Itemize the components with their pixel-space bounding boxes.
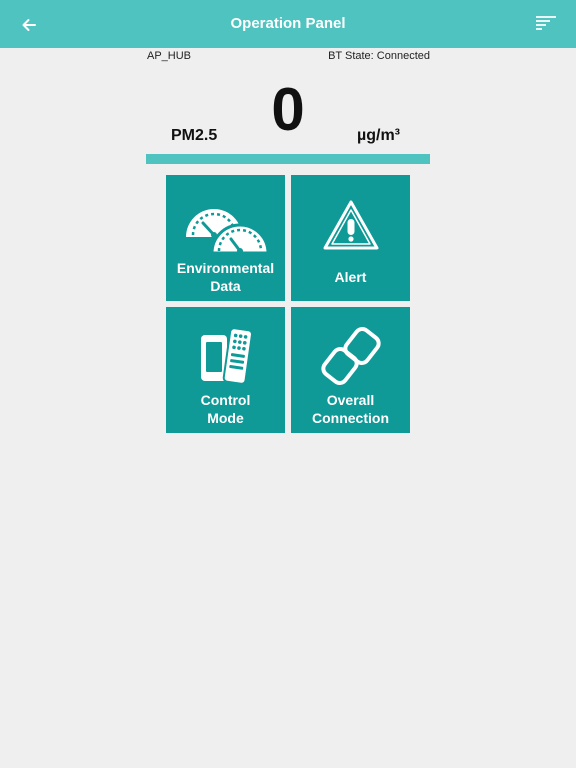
overall-connection-label: Overall Connection <box>312 392 389 426</box>
back-button[interactable] <box>16 12 42 38</box>
device-name: AP_HUB <box>147 50 192 62</box>
bt-state: BT State: Connected <box>328 50 430 62</box>
environmental-data-label: Environmental Data <box>176 260 275 294</box>
alert-tile[interactable]: Alert <box>291 175 410 301</box>
pm-level-bar-fill <box>146 154 430 164</box>
overall-connection-tile[interactable]: Overall Connection <box>291 307 410 433</box>
alert-label: Alert <box>334 269 367 285</box>
environmental-data-tile[interactable]: Environmental Data <box>166 175 285 301</box>
pm-value: 0 <box>271 76 305 143</box>
page-title: Operation Panel <box>230 15 346 32</box>
app-bar: Operation Panel <box>0 0 576 48</box>
pm-label: PM2.5 <box>171 127 218 144</box>
back-arrow-icon <box>22 19 36 31</box>
control-mode-tile[interactable]: Control Mode <box>166 307 285 433</box>
gauge-icon <box>166 201 285 255</box>
link-icon <box>291 327 410 385</box>
pm-level-bar <box>146 154 430 164</box>
menu-button[interactable] <box>534 12 564 38</box>
sort-menu-icon <box>536 16 556 30</box>
phone-remote-icon <box>166 327 285 385</box>
warning-icon <box>291 199 410 251</box>
pm-unit: µg/m³ <box>357 127 400 144</box>
control-mode-label: Control Mode <box>200 392 251 426</box>
